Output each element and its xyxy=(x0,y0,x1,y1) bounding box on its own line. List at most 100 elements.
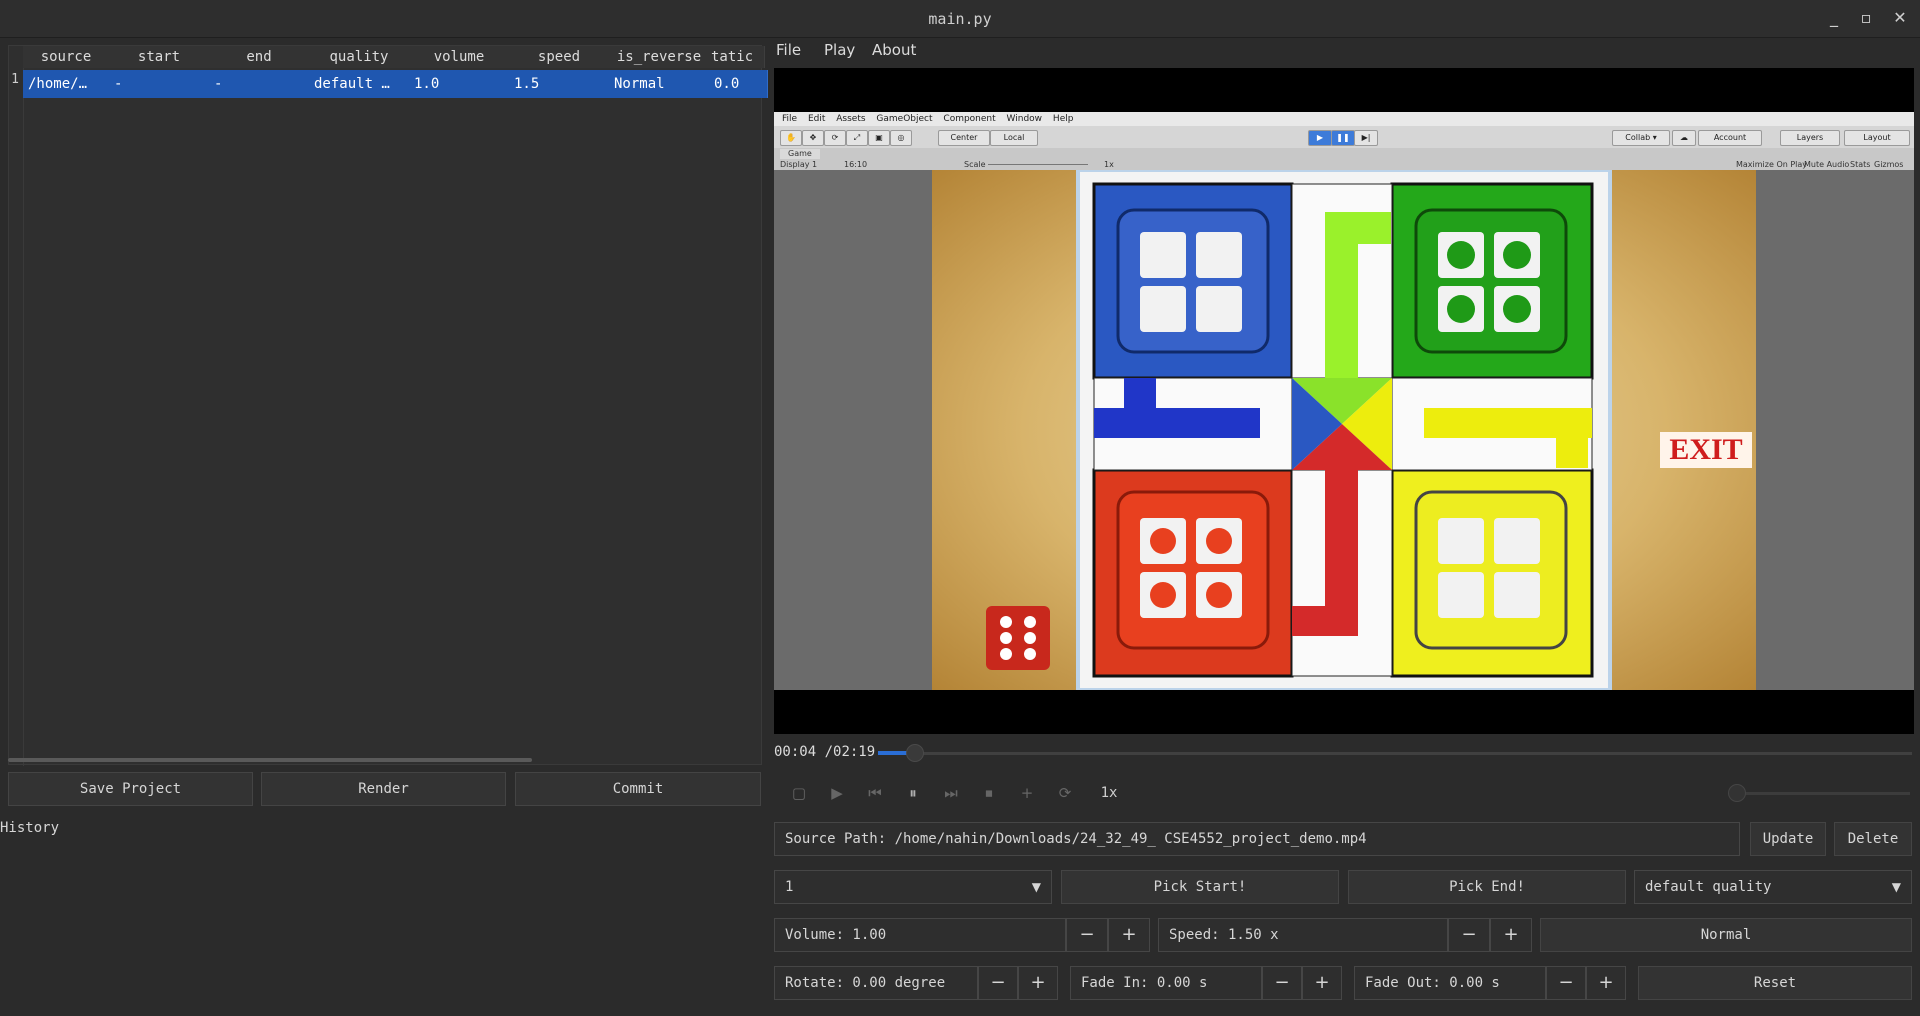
unity-layout-button: Layout xyxy=(1844,130,1910,146)
unity-center-toggle: Center xyxy=(938,130,990,146)
pick-end-button[interactable]: Pick End! xyxy=(1348,870,1626,904)
clip-index-select[interactable]: 1 ▼ xyxy=(774,870,1052,904)
minimize-button[interactable]: _ xyxy=(1820,6,1848,30)
chevron-down-icon: ▼ xyxy=(1031,880,1041,894)
source-path-field[interactable]: Source Path: /home/nahin/Downloads/24_32… xyxy=(774,822,1740,856)
move-tool-icon: ✥ xyxy=(802,130,824,146)
table-horizontal-scrollbar[interactable] xyxy=(8,758,532,762)
stop-icon[interactable]: ⏹ xyxy=(976,782,1002,804)
open-icon[interactable]: ▢ xyxy=(786,782,812,804)
column-header-end[interactable]: end xyxy=(209,46,310,68)
unity-mute-audio: Mute Audio xyxy=(1804,160,1850,169)
volume-handle[interactable] xyxy=(1728,784,1746,802)
unity-menu-item: Assets xyxy=(836,114,866,124)
maximize-button[interactable]: ▫ xyxy=(1852,6,1880,30)
cell-end[interactable]: - xyxy=(209,70,315,98)
fade-in-increase-button[interactable]: + xyxy=(1302,966,1342,1000)
column-header-rotation[interactable]: tatic xyxy=(709,46,765,68)
render-button[interactable]: Render xyxy=(261,772,506,806)
direction-toggle-button[interactable]: Normal xyxy=(1540,918,1912,952)
delete-button[interactable]: Delete xyxy=(1834,822,1912,856)
cell-source[interactable]: /home/… xyxy=(23,70,115,98)
unity-menu-bar: File Edit Assets GameObject Component Wi… xyxy=(774,112,1914,126)
unity-menu-item: Edit xyxy=(807,114,826,124)
volume-increase-button[interactable]: + xyxy=(1108,918,1150,952)
row-header-divider xyxy=(23,68,24,766)
seek-handle[interactable] xyxy=(906,744,924,762)
cell-volume[interactable]: 1.0 xyxy=(409,70,515,98)
menu-file[interactable]: File xyxy=(776,41,801,59)
fade-out-increase-button[interactable]: + xyxy=(1586,966,1626,1000)
unity-local-toggle: Local xyxy=(990,130,1038,146)
skip-back-icon[interactable]: ⏮ xyxy=(862,782,888,804)
window-title: main.py xyxy=(928,10,992,28)
unity-scale-slider xyxy=(988,164,1088,165)
column-header-source[interactable]: source xyxy=(23,46,110,68)
fade-out-decrease-button[interactable]: − xyxy=(1546,966,1586,1000)
speed-increase-button[interactable]: + xyxy=(1490,918,1532,952)
pick-start-button[interactable]: Pick Start! xyxy=(1061,870,1339,904)
save-project-button[interactable]: Save Project xyxy=(8,772,253,806)
reset-button[interactable]: Reset xyxy=(1638,966,1912,1000)
add-icon[interactable]: + xyxy=(1014,782,1040,804)
total-time: /02:19 xyxy=(824,744,876,760)
play-icon[interactable]: ▶ xyxy=(824,782,850,804)
menu-about[interactable]: About xyxy=(872,41,916,59)
update-button[interactable]: Update xyxy=(1750,822,1826,856)
close-button[interactable]: ✕ xyxy=(1886,6,1914,30)
unity-step-icon: ▶| xyxy=(1354,130,1378,146)
unity-menu-item: File xyxy=(782,114,798,124)
row-number: 1 xyxy=(11,72,19,87)
clip-table[interactable]: source start end quality volume speed is… xyxy=(8,45,768,766)
volume-slider[interactable] xyxy=(1730,792,1910,795)
hand-tool-icon: ✋ xyxy=(780,130,802,146)
column-header-volume[interactable]: volume xyxy=(409,46,510,68)
cloud-icon: ☁ xyxy=(1672,130,1696,146)
chevron-down-icon: ▼ xyxy=(1891,880,1901,894)
speed-field: Speed: 1.50 x xyxy=(1158,918,1448,952)
pause-icon[interactable]: ⏸ xyxy=(900,782,926,804)
quality-value: default quality xyxy=(1645,879,1772,895)
fade-in-field: Fade In: 0.00 s xyxy=(1070,966,1262,1000)
clip-index-value: 1 xyxy=(785,879,794,895)
current-time: 00:04 xyxy=(774,744,817,760)
column-header-is-reverse[interactable]: is_reverse xyxy=(609,46,710,68)
rotate-decrease-button[interactable]: − xyxy=(978,966,1018,1000)
menu-play[interactable]: Play xyxy=(824,41,855,59)
cell-is-reverse[interactable]: Normal xyxy=(609,70,715,98)
volume-field: Volume: 1.00 xyxy=(774,918,1066,952)
fade-in-decrease-button[interactable]: − xyxy=(1262,966,1302,1000)
transform-tool-icon: ◎ xyxy=(890,130,912,146)
quality-select[interactable]: default quality ▼ xyxy=(1634,870,1912,904)
rotate-field: Rotate: 0.00 degree xyxy=(774,966,978,1000)
unity-menu-item: Help xyxy=(1052,114,1074,124)
unity-game-tab-bar: Game Display 1 16:10 Scale 1x Maximize O… xyxy=(774,148,1914,170)
commit-button[interactable]: Commit xyxy=(515,772,761,806)
unity-game-tab: Game xyxy=(780,149,820,159)
cell-rotation[interactable]: 0.0 xyxy=(709,70,768,98)
history-label: History xyxy=(0,820,60,836)
unity-collab-button: Collab ▾ xyxy=(1612,130,1670,146)
column-header-quality[interactable]: quality xyxy=(309,46,410,68)
playback-rate-button[interactable]: 1x xyxy=(1094,782,1124,804)
ludo-board: EXIT xyxy=(986,170,1752,690)
column-header-start[interactable]: start xyxy=(109,46,210,68)
unity-toolbar: ✋ ✥ ⟳ ⤢ ▣ ◎ Center Local ▶ ❚❚ ▶| Collab … xyxy=(774,126,1914,149)
cell-quality[interactable]: default … xyxy=(309,70,415,98)
cell-start[interactable]: - xyxy=(109,70,215,98)
loop-icon[interactable]: ⟳ xyxy=(1052,782,1078,804)
rotate-increase-button[interactable]: + xyxy=(1018,966,1058,1000)
unity-menu-item: Window xyxy=(1006,114,1043,124)
seek-slider[interactable] xyxy=(878,752,1912,755)
rotate-tool-icon: ⟳ xyxy=(824,130,846,146)
unity-pause-icon: ❚❚ xyxy=(1331,130,1355,146)
cell-speed[interactable]: 1.5 xyxy=(509,70,615,98)
unity-gizmos: Gizmos xyxy=(1874,160,1904,169)
column-header-speed[interactable]: speed xyxy=(509,46,610,68)
unity-menu-item: Component xyxy=(943,114,996,124)
speed-decrease-button[interactable]: − xyxy=(1448,918,1490,952)
title-bar: main.py _ ▫ ✕ xyxy=(0,0,1920,38)
volume-decrease-button[interactable]: − xyxy=(1066,918,1108,952)
unity-display-select: Display 1 xyxy=(780,160,818,169)
skip-forward-icon[interactable]: ⏭ xyxy=(938,782,964,804)
